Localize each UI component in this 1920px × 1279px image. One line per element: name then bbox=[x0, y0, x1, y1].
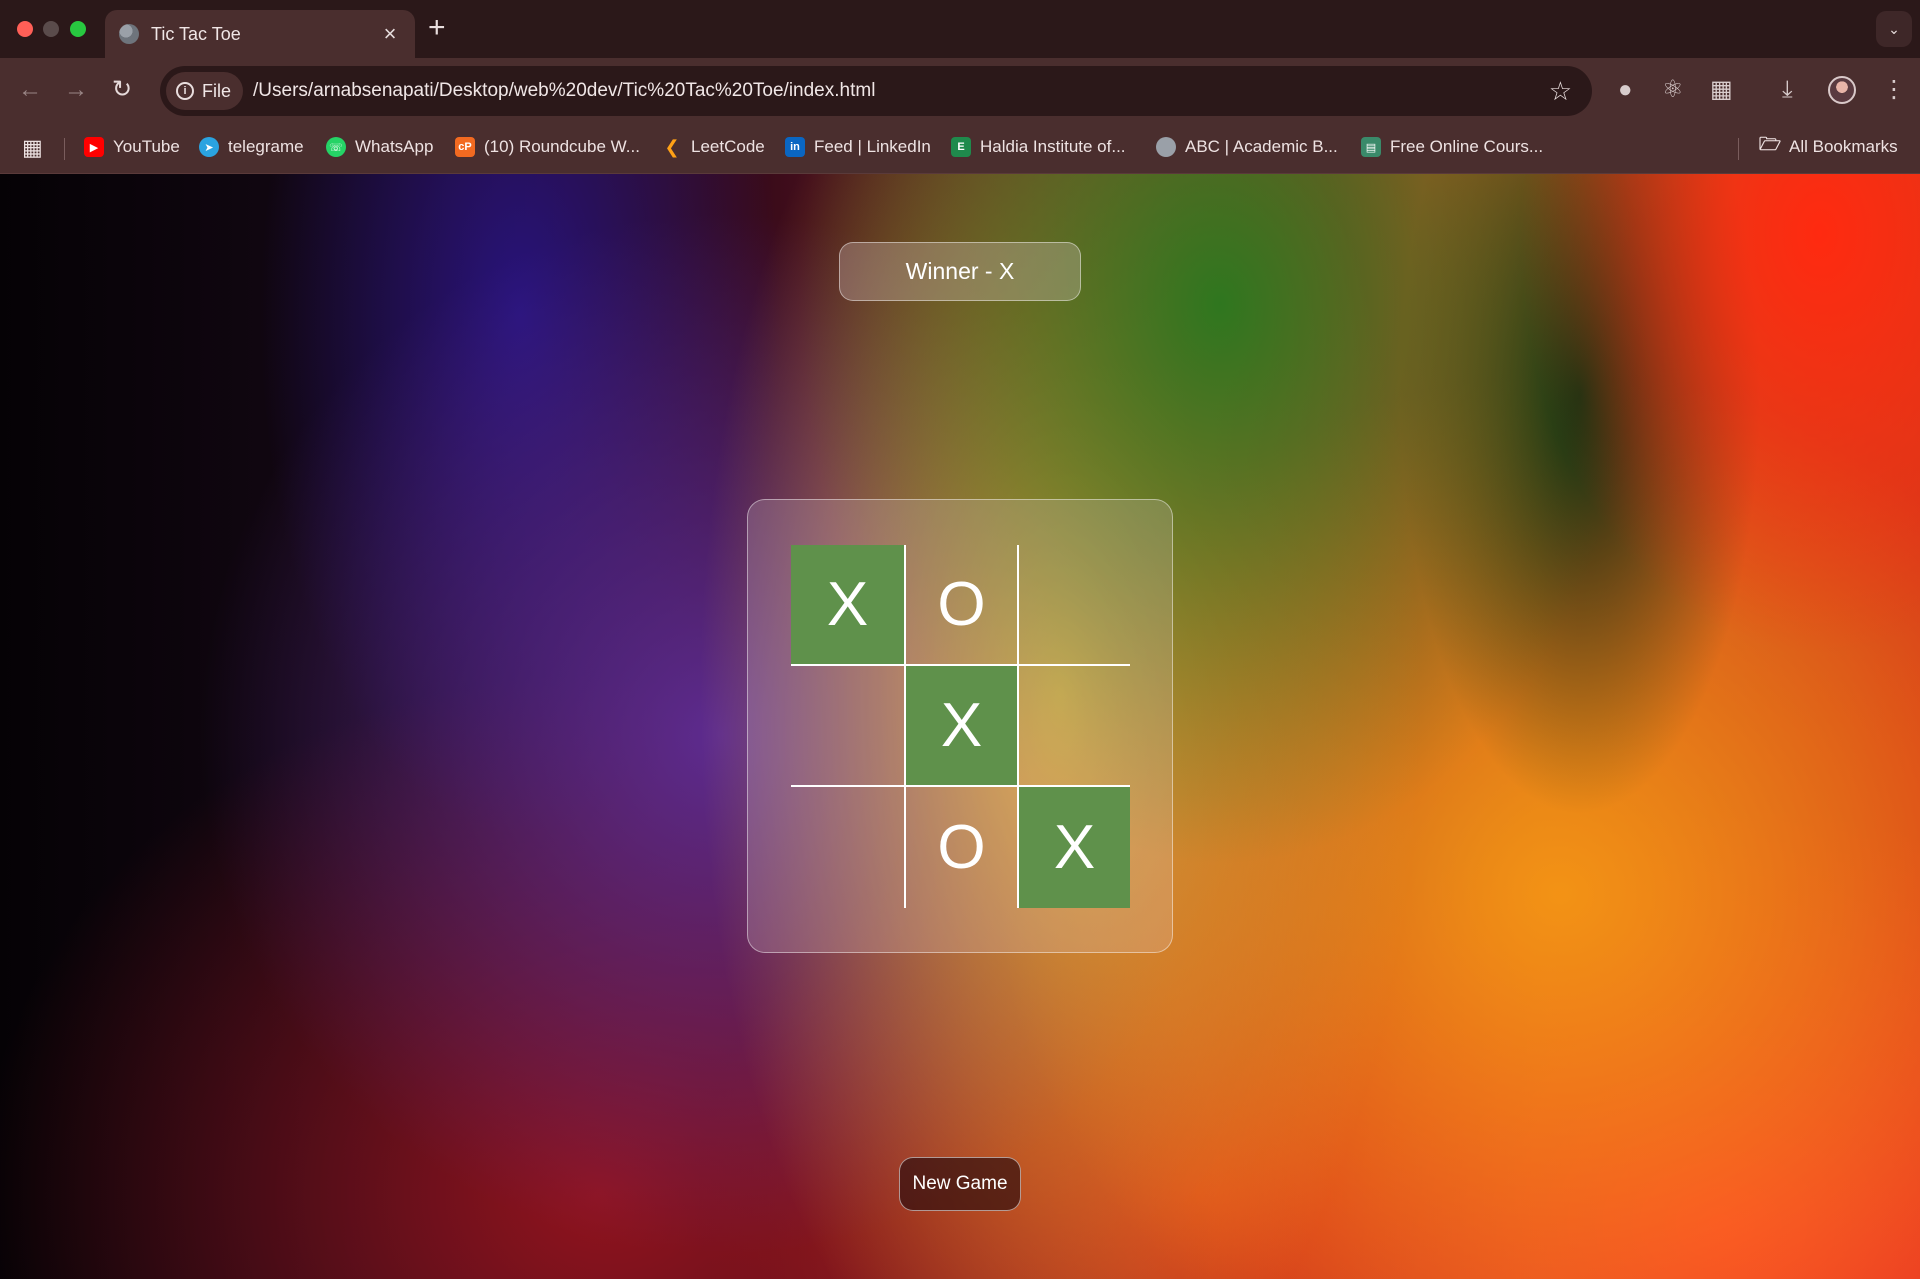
reload-button[interactable]: ↻ bbox=[112, 78, 132, 102]
board-cell[interactable]: O bbox=[904, 545, 1017, 666]
bookmark-haldia[interactable]: E Haldia Institute of... bbox=[951, 137, 1126, 157]
site-info-chip[interactable]: i File bbox=[166, 72, 244, 110]
bookmark-label: telegrame bbox=[228, 137, 304, 156]
maximize-window-button[interactable] bbox=[70, 21, 86, 37]
bookmark-linkedin[interactable]: in Feed | LinkedIn bbox=[785, 137, 931, 157]
bookmark-free-course[interactable]: ▤ Free Online Cours... bbox=[1361, 137, 1543, 157]
divider bbox=[1738, 138, 1739, 160]
forward-button[interactable]: → bbox=[64, 78, 88, 102]
tic-tac-toe-board: X O X O X bbox=[791, 545, 1130, 908]
new-game-button[interactable]: New Game bbox=[899, 1157, 1021, 1211]
telegram-icon: ➤ bbox=[199, 137, 219, 157]
bookmark-label: (10) Roundcube W... bbox=[484, 137, 640, 156]
board-container: X O X O X bbox=[747, 499, 1173, 953]
bookmark-whatsapp[interactable]: ☏ WhatsApp bbox=[326, 137, 433, 157]
roundcube-icon: cP bbox=[455, 137, 475, 157]
globe-icon bbox=[1156, 137, 1176, 157]
tab-strip: Tic Tac Toe × + ⌄ bbox=[0, 0, 1920, 58]
bookmark-leetcode[interactable]: ❮ LeetCode bbox=[662, 136, 765, 157]
url-text[interactable]: /Users/arnabsenapati/Desktop/web%20dev/T… bbox=[253, 80, 1549, 102]
tab-search-button[interactable]: ⌄ bbox=[1876, 11, 1912, 47]
scheme-label: File bbox=[202, 80, 232, 101]
bookmark-youtube[interactable]: ▶ YouTube bbox=[84, 137, 180, 157]
back-button[interactable]: ← bbox=[18, 78, 42, 102]
apps-grid-icon[interactable]: ▦ bbox=[22, 135, 43, 161]
bookmark-label: Feed | LinkedIn bbox=[814, 137, 931, 156]
board-cell[interactable]: X bbox=[1017, 787, 1130, 908]
close-window-button[interactable] bbox=[17, 21, 33, 37]
tab-title: Tic Tac Toe bbox=[151, 23, 241, 44]
minimize-window-button[interactable] bbox=[43, 21, 59, 37]
board-cell[interactable] bbox=[1017, 666, 1130, 787]
board-cell[interactable]: X bbox=[904, 666, 1017, 787]
bookmark-telegram[interactable]: ➤ telegrame bbox=[199, 137, 304, 157]
bookmark-abc[interactable]: ABC | Academic B... bbox=[1156, 137, 1338, 157]
bookmark-label: Free Online Cours... bbox=[1390, 137, 1544, 156]
board-cell[interactable]: X bbox=[791, 545, 904, 666]
bookmark-label: ABC | Academic B... bbox=[1185, 137, 1338, 156]
youtube-icon: ▶ bbox=[84, 137, 104, 157]
winner-message: Winner - X bbox=[839, 242, 1081, 301]
bookmark-label: YouTube bbox=[113, 137, 180, 156]
close-tab-icon[interactable]: × bbox=[379, 23, 401, 45]
bookmark-label: LeetCode bbox=[691, 137, 765, 156]
bookmark-roundcube[interactable]: cP (10) Roundcube W... bbox=[455, 137, 640, 157]
extensions-puzzle-icon[interactable]: ▦ bbox=[1710, 76, 1733, 104]
chevron-down-icon: ⌄ bbox=[1888, 20, 1900, 37]
hit-icon: E bbox=[951, 137, 971, 157]
active-tab[interactable]: Tic Tac Toe × bbox=[105, 10, 415, 58]
whatsapp-icon: ☏ bbox=[326, 137, 346, 157]
folder-icon: 🗁 bbox=[1758, 134, 1782, 154]
new-tab-button[interactable]: + bbox=[428, 13, 446, 43]
bookmark-label: WhatsApp bbox=[355, 137, 434, 156]
divider bbox=[64, 138, 65, 160]
board-cell[interactable] bbox=[791, 666, 904, 787]
board-cell[interactable] bbox=[1017, 545, 1130, 666]
globe-icon bbox=[119, 24, 139, 44]
linkedin-icon: in bbox=[785, 137, 805, 157]
bookmarks-bar: ▦ ▶ YouTube ➤ telegrame ☏ WhatsApp cP (1… bbox=[0, 124, 1920, 174]
all-bookmarks-button[interactable]: 🗁 All Bookmarks bbox=[1758, 134, 1898, 157]
board-cell[interactable] bbox=[791, 787, 904, 908]
react-devtools-icon[interactable]: ⚛ bbox=[1662, 76, 1684, 104]
address-bar[interactable]: i File /Users/arnabsenapati/Desktop/web%… bbox=[160, 66, 1592, 116]
course-icon: ▤ bbox=[1361, 137, 1381, 157]
board-cell[interactable]: O bbox=[904, 787, 1017, 908]
info-icon: i bbox=[176, 82, 194, 100]
extension-mouse-icon[interactable]: ● bbox=[1618, 76, 1633, 104]
page-viewport: Winner - X X O X O X New Game bbox=[0, 174, 1920, 1279]
menu-kebab-icon[interactable]: ⋮ bbox=[1882, 76, 1906, 104]
all-bookmarks-label: All Bookmarks bbox=[1789, 137, 1898, 156]
bookmark-label: Haldia Institute of... bbox=[980, 137, 1126, 156]
bookmark-star-icon[interactable]: ☆ bbox=[1549, 76, 1572, 107]
browser-toolbar: ← → ↻ i File /Users/arnabsenapati/Deskto… bbox=[0, 58, 1920, 124]
profile-avatar[interactable] bbox=[1828, 76, 1856, 104]
download-icon[interactable]: ⤓ bbox=[1782, 76, 1793, 104]
leetcode-icon: ❮ bbox=[664, 136, 680, 157]
